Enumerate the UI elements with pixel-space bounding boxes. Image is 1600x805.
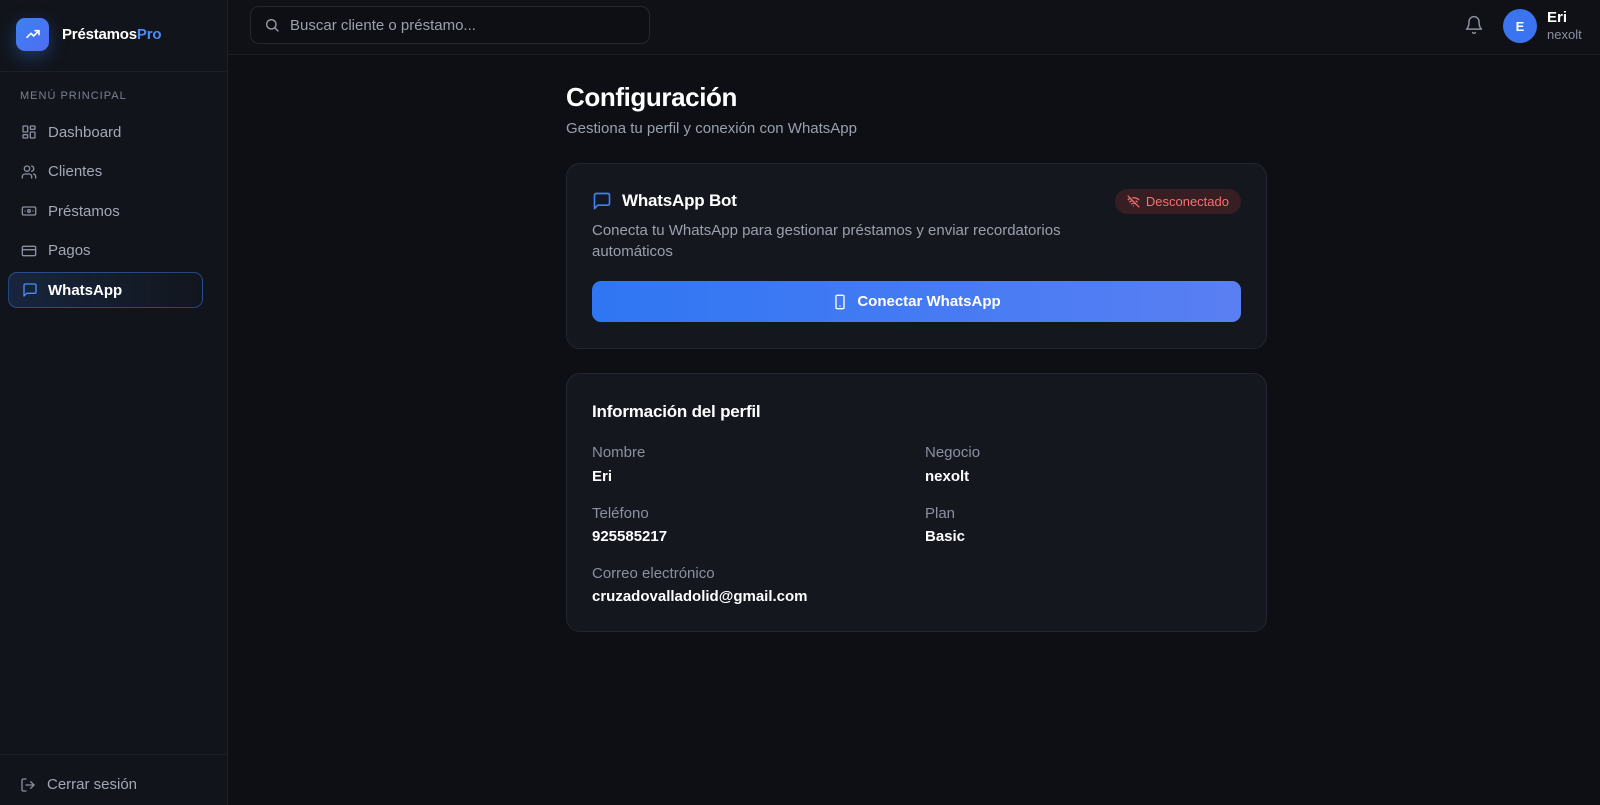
- page-title: Configuración: [566, 82, 738, 112]
- sidebar: PréstamosPro MENÚ PRINCIPAL Dashboard Cl…: [0, 0, 228, 805]
- message-square-icon: [22, 282, 38, 298]
- plan-value: Basic: [925, 528, 966, 545]
- phone-label: Teléfono: [592, 505, 649, 522]
- name-label: Nombre: [592, 444, 646, 461]
- sidebar-item-clientes[interactable]: Clientes: [8, 154, 203, 190]
- sidebar-item-label: Pagos: [48, 242, 91, 259]
- avatar[interactable]: E: [1503, 9, 1537, 43]
- card-description: Conecta tu WhatsApp para gestionar prést…: [592, 222, 1061, 260]
- divider: [0, 754, 227, 755]
- profile-info-card: Información del perfil Nombre Eri Negoci…: [566, 373, 1267, 632]
- button-label: Conectar WhatsApp: [857, 293, 1001, 310]
- logout-label: Cerrar sesión: [47, 776, 138, 793]
- sidebar-item-label: WhatsApp: [48, 281, 123, 299]
- brand-name-main: Préstamos: [62, 25, 137, 43]
- sidebar-item-whatsapp[interactable]: WhatsApp: [8, 272, 203, 308]
- brand-name: PréstamosPro: [62, 25, 162, 43]
- top-bar: E Eri nexolt: [228, 0, 1600, 55]
- name-value: Eri: [592, 468, 613, 485]
- banknote-icon: [21, 203, 37, 219]
- smartphone-icon: [832, 294, 848, 310]
- sidebar-item-prestamos[interactable]: Préstamos: [8, 193, 203, 229]
- users-icon: [21, 164, 37, 180]
- search-box[interactable]: [250, 6, 650, 44]
- status-badge: Desconectado: [1114, 189, 1241, 214]
- user-business: nexolt: [1547, 27, 1582, 42]
- email-value: cruzadovalladolid@gmail.com: [592, 588, 808, 605]
- divider: [0, 71, 227, 72]
- credit-card-icon: [21, 243, 37, 259]
- menu-section-title: MENÚ PRINCIPAL: [20, 90, 127, 102]
- sidebar-item-label: Clientes: [48, 163, 103, 180]
- business-label: Negocio: [925, 444, 981, 461]
- card-header: WhatsApp Bot: [592, 191, 737, 211]
- user-name: Eri: [1547, 9, 1568, 26]
- trending-up-icon: [16, 17, 49, 51]
- sidebar-item-label: Dashboard: [48, 123, 122, 141]
- email-label: Correo electrónico: [592, 565, 715, 582]
- card-title: Información del perfil: [592, 402, 761, 421]
- card-title: WhatsApp Bot: [622, 191, 737, 210]
- whatsapp-bot-card: WhatsApp Bot Desconectado Conecta tu Wha…: [566, 163, 1267, 349]
- brand[interactable]: PréstamosPro: [16, 17, 162, 51]
- grid-icon: [21, 124, 37, 140]
- sidebar-item-label: Préstamos: [48, 202, 120, 220]
- bell-icon[interactable]: [1464, 15, 1484, 35]
- sidebar-item-dashboard[interactable]: Dashboard: [8, 114, 203, 150]
- business-value: nexolt: [925, 468, 970, 485]
- brand-name-accent: Pro: [136, 25, 162, 43]
- search-input[interactable]: [290, 16, 630, 34]
- status-label: Desconectado: [1145, 194, 1229, 209]
- search-icon: [264, 17, 280, 33]
- page-subtitle: Gestiona tu perfil y conexión con WhatsA…: [566, 120, 857, 137]
- connect-whatsapp-button[interactable]: Conectar WhatsApp: [592, 281, 1241, 322]
- sidebar-item-pagos[interactable]: Pagos: [8, 233, 203, 269]
- log-out-icon: [20, 777, 36, 793]
- logout-button[interactable]: Cerrar sesión: [20, 776, 137, 793]
- plan-label: Plan: [925, 505, 956, 522]
- message-square-icon: [592, 191, 612, 211]
- phone-value: 925585217: [592, 528, 668, 545]
- sidebar-nav: Dashboard Clientes Préstamos Pagos Whats…: [8, 114, 203, 312]
- wifi-off-icon: [1127, 195, 1140, 208]
